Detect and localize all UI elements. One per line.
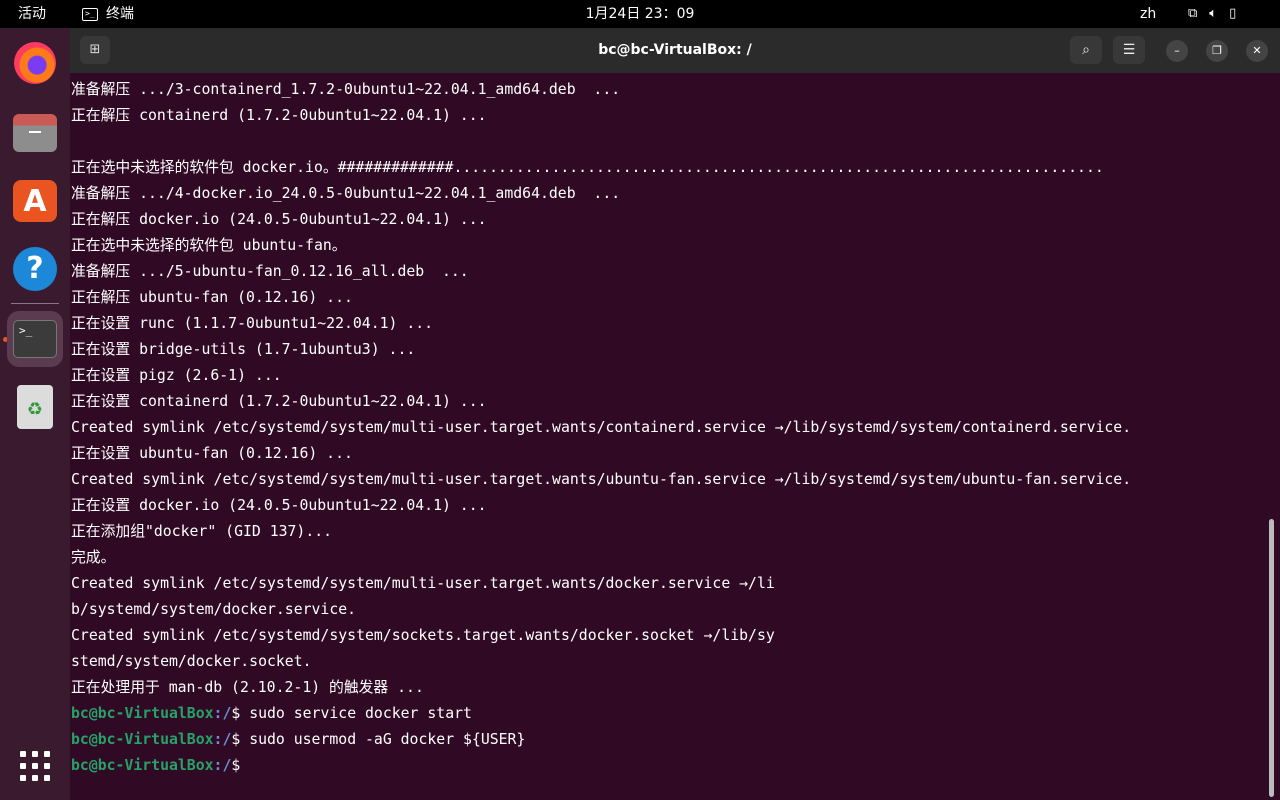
input-language[interactable]: zh [1140, 0, 1156, 28]
close-icon: ✕ [1252, 44, 1262, 57]
app-center-icon: A [13, 180, 57, 222]
terminal-line: 正在设置 runc (1.1.7-0ubuntu1~22.04.1) ... [71, 315, 434, 332]
terminal-line: 正在解压 docker.io (24.0.5-0ubuntu1~22.04.1)… [71, 211, 487, 228]
minimize-icon: – [1174, 44, 1180, 57]
search-icon: ⌕ [1082, 42, 1090, 58]
prompt-line: bc@bc-VirtualBox:/$ sudo usermod -aG doc… [71, 727, 1266, 753]
prompt-path: :/ [213, 757, 232, 774]
terminal-line: 正在设置 pigz (2.6-1) ... [71, 367, 282, 384]
terminal-icon: >_ [13, 320, 57, 358]
terminal-line: 正在设置 bridge-utils (1.7-1ubuntu3) ... [71, 341, 416, 358]
firefox-icon [14, 42, 56, 84]
terminal-line: 正在设置 ubuntu-fan (0.12.16) ... [71, 445, 353, 462]
maximize-button[interactable]: ❐ [1206, 40, 1228, 62]
command-text: sudo usermod -aG docker ${USER} [249, 731, 526, 748]
terminal-window[interactable]: ⊞ bc@bc-VirtualBox: / ⌕ ☰ – ❐ ✕ 准备解压 ...… [70, 28, 1280, 800]
prompt-symbol: $ [231, 705, 250, 722]
trash-icon: ♻ [17, 385, 53, 429]
dock-separator [11, 303, 59, 304]
battery-icon: ▯ [1229, 6, 1237, 21]
app-center-launcher[interactable]: A [7, 173, 63, 229]
menu-button[interactable]: ☰ [1113, 36, 1145, 64]
prompt-line: bc@bc-VirtualBox:/$ sudo service docker … [71, 701, 1266, 727]
prompt-user: bc@bc-VirtualBox [71, 731, 214, 748]
minimize-button[interactable]: – [1166, 40, 1188, 62]
terminal-line: 正在添加组"docker" (GID 137)... [71, 523, 333, 540]
files-launcher[interactable] [7, 105, 63, 161]
dock: A ? >_ ♻ [0, 28, 70, 800]
terminal-line: 正在处理用于 man-db (2.10.2-1) 的触发器 ... [71, 679, 424, 696]
trash-launcher[interactable]: ♻ [7, 379, 63, 435]
volume-icon: 🔈︎ [1209, 6, 1218, 21]
terminal-line: 正在解压 containerd (1.7.2-0ubuntu1~22.04.1)… [71, 107, 487, 124]
clock[interactable]: 1月24日 23：09 [0, 0, 1280, 28]
system-tray[interactable]: ⧉ 🔈︎ ▯ [1188, 0, 1236, 28]
prompt-symbol: $ [231, 731, 250, 748]
help-launcher[interactable]: ? [7, 241, 63, 297]
prompt-user: bc@bc-VirtualBox [71, 705, 214, 722]
files-icon [13, 114, 57, 152]
prompt-line: bc@bc-VirtualBox:/$ [71, 753, 1266, 779]
terminal-line: 准备解压 .../3-containerd_1.7.2-0ubuntu1~22.… [71, 81, 621, 98]
show-apps-button[interactable] [7, 738, 63, 794]
prompt-user: bc@bc-VirtualBox [71, 757, 214, 774]
firefox-launcher[interactable] [7, 35, 63, 91]
terminal-line: Created symlink /etc/systemd/system/sock… [71, 627, 775, 644]
terminal-launcher[interactable]: >_ [7, 311, 63, 367]
terminal-line: Created symlink /etc/systemd/system/mult… [71, 471, 1132, 488]
terminal-line: 正在设置 docker.io (24.0.5-0ubuntu1~22.04.1)… [71, 497, 487, 514]
hamburger-icon: ☰ [1122, 42, 1136, 58]
close-button[interactable]: ✕ [1246, 40, 1268, 62]
terminal-line: 正在设置 containerd (1.7.2-0ubuntu1~22.04.1)… [71, 393, 487, 410]
prompt-path: :/ [213, 705, 232, 722]
top-bar: 活动 >_ 终端 1月24日 23：09 zh ⧉ 🔈︎ ▯ [0, 0, 1280, 28]
grid-icon [20, 751, 50, 781]
restore-icon: ❐ [1212, 44, 1222, 57]
search-button[interactable]: ⌕ [1070, 36, 1102, 64]
terminal-line: Created symlink /etc/systemd/system/mult… [71, 419, 1132, 436]
help-icon: ? [13, 247, 57, 291]
terminal-line: 正在解压 ubuntu-fan (0.12.16) ... [71, 289, 353, 306]
terminal-output[interactable]: 准备解压 .../3-containerd_1.7.2-0ubuntu1~22.… [71, 77, 1266, 797]
command-text: sudo service docker start [249, 705, 472, 722]
prompt-path: :/ [213, 731, 232, 748]
terminal-line: 正在选中未选择的软件包 docker.io。#############.....… [71, 159, 1104, 176]
network-icon: ⧉ [1188, 6, 1198, 21]
scrollbar[interactable] [1269, 519, 1274, 797]
terminal-line: 准备解压 .../5-ubuntu-fan_0.12.16_all.deb ..… [71, 263, 469, 280]
terminal-line: 完成。 [71, 549, 116, 566]
terminal-line: b/systemd/system/docker.service. [71, 601, 357, 618]
terminal-line: Created symlink /etc/systemd/system/mult… [71, 575, 775, 592]
terminal-line: 准备解压 .../4-docker.io_24.0.5-0ubuntu1~22.… [71, 185, 621, 202]
window-header[interactable]: ⊞ bc@bc-VirtualBox: / ⌕ ☰ – ❐ ✕ [70, 28, 1280, 73]
prompt-symbol: $ [231, 757, 250, 774]
terminal-line: stemd/system/docker.socket. [71, 653, 312, 670]
terminal-line: 正在选中未选择的软件包 ubuntu-fan。 [71, 237, 347, 254]
